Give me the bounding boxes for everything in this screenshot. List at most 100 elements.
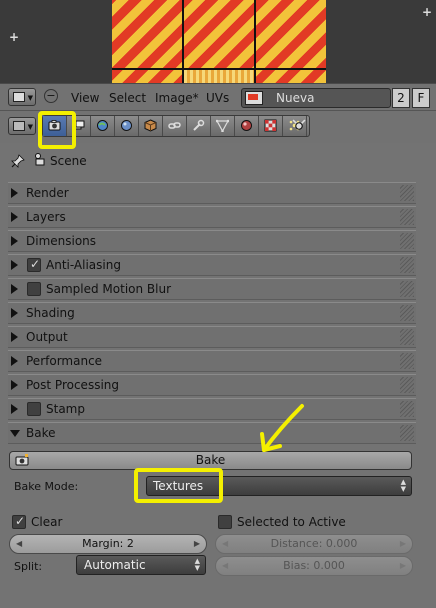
panel-dimensions[interactable]: Dimensions: [8, 230, 416, 252]
stamp-checkbox[interactable]: [27, 402, 41, 416]
collapsed-triangle-icon: [11, 212, 18, 222]
world-icon: [121, 120, 132, 131]
collapsed-triangle-icon: [11, 260, 18, 270]
tab-world[interactable]: [115, 116, 139, 136]
increment-arrow-icon[interactable]: ▶: [400, 535, 406, 553]
distance-field[interactable]: ◀ Distance: 0.000 ▶: [215, 534, 413, 554]
mesh-data-icon: [216, 119, 229, 132]
tab-constraints[interactable]: [163, 116, 187, 136]
increment-arrow-icon[interactable]: ▶: [400, 557, 406, 575]
drag-grip-icon[interactable]: [400, 401, 414, 417]
tab-physics[interactable]: [289, 116, 309, 136]
fake-user-button[interactable]: F: [412, 88, 430, 108]
collapsed-triangle-icon: [11, 236, 18, 246]
collapsed-triangle-icon: [11, 332, 18, 342]
panel-output[interactable]: Output: [8, 326, 416, 348]
panel-label: Post Processing: [26, 378, 119, 392]
clear-label: Clear: [31, 515, 63, 529]
image-name-field[interactable]: Nueva: [270, 88, 390, 108]
decrement-arrow-icon[interactable]: ◀: [222, 557, 228, 575]
margin-field[interactable]: ◀ Margin: 2 ▶: [9, 534, 207, 554]
panel-stamp[interactable]: Stamp: [8, 398, 416, 420]
pin-icon[interactable]: [11, 154, 25, 168]
drag-grip-icon[interactable]: [400, 257, 414, 273]
drag-grip-icon[interactable]: [400, 209, 414, 225]
drag-grip-icon[interactable]: [400, 425, 414, 441]
menu-uvs[interactable]: UVs: [206, 91, 229, 105]
panel-label: Output: [26, 330, 68, 344]
image-viewport[interactable]: + +: [0, 0, 436, 83]
checkbox[interactable]: [218, 515, 232, 529]
collapsed-triangle-icon: [11, 356, 18, 366]
distance-value: Distance: 0.000: [270, 537, 358, 550]
users-count[interactable]: 2: [392, 88, 410, 108]
motion-blur-checkbox[interactable]: [27, 282, 41, 296]
tab-texture[interactable]: [259, 116, 283, 136]
menu-view[interactable]: View: [71, 91, 99, 105]
annotation-arrow-icon: [260, 404, 304, 452]
tab-object[interactable]: [139, 116, 163, 136]
updown-arrows-icon: ▲ ▼: [400, 478, 406, 493]
split-value: Automatic: [84, 558, 146, 572]
image-thumbnail-icon: [245, 91, 263, 105]
tab-modifiers[interactable]: [187, 116, 211, 136]
decrement-arrow-icon[interactable]: ◀: [16, 535, 22, 553]
drag-grip-icon[interactable]: [400, 305, 414, 321]
panel-label: Performance: [26, 354, 103, 368]
drag-grip-icon[interactable]: [400, 185, 414, 201]
bake-button-label: Bake: [195, 453, 226, 467]
split-dropdown[interactable]: Automatic ▲ ▼: [76, 555, 206, 575]
drag-grip-icon[interactable]: [400, 377, 414, 393]
decrement-arrow-icon[interactable]: ◀: [222, 535, 228, 553]
image-editor-header: ▼ − View Select Image* UVs Nueva 2 F: [0, 83, 436, 111]
panel-bake[interactable]: Bake: [8, 422, 416, 444]
tab-scene[interactable]: [91, 116, 115, 136]
bias-value: Bias: 0.000: [283, 559, 345, 572]
panel-label: Anti-Aliasing: [46, 258, 121, 272]
checkbox[interactable]: ✓: [12, 514, 26, 529]
bake-mode-label: Bake Mode:: [14, 480, 79, 493]
panel-label: Layers: [26, 210, 66, 224]
add-icon[interactable]: +: [9, 30, 19, 44]
panel-anti-aliasing[interactable]: ✓ Anti-Aliasing: [8, 254, 416, 276]
anti-aliasing-checkbox[interactable]: ✓: [27, 257, 41, 272]
bias-field[interactable]: ◀ Bias: 0.000 ▶: [215, 556, 413, 576]
panel-post-processing[interactable]: Post Processing: [8, 374, 416, 396]
object-icon: [144, 119, 157, 132]
empty-space: [0, 580, 436, 608]
image-editor-icon: [13, 92, 25, 102]
margin-value: Margin: 2: [82, 537, 134, 550]
panel-layers[interactable]: Layers: [8, 206, 416, 228]
menu-select[interactable]: Select: [109, 91, 146, 105]
physics-icon: [292, 119, 306, 130]
texture-icon: [264, 119, 277, 132]
add-icon[interactable]: +: [422, 5, 432, 19]
menu-image[interactable]: Image*: [155, 91, 199, 105]
editor-type-button[interactable]: ▼: [8, 88, 36, 106]
selected-to-active-label: Selected to Active: [237, 515, 346, 529]
panel-shading[interactable]: Shading: [8, 302, 416, 324]
panel-render[interactable]: Render: [8, 182, 416, 204]
panel-sampled-motion-blur[interactable]: Sampled Motion Blur: [8, 278, 416, 300]
drag-grip-icon[interactable]: [400, 353, 414, 369]
drag-grip-icon[interactable]: [400, 233, 414, 249]
panel-label: Shading: [26, 306, 75, 320]
checkmark-icon: ✓: [30, 257, 41, 271]
annotation-highlight: [134, 468, 223, 503]
editor-type-button[interactable]: ▼: [8, 117, 36, 135]
properties-icon: [13, 121, 25, 131]
increment-arrow-icon[interactable]: ▶: [194, 535, 200, 553]
context-scene-label: Scene: [50, 154, 87, 168]
collapse-menus-button[interactable]: −: [44, 89, 58, 103]
tab-data[interactable]: [211, 116, 235, 136]
context-path: Scene: [0, 148, 436, 174]
collapsed-triangle-icon: [11, 284, 18, 294]
constraints-icon: [168, 122, 181, 129]
tab-material[interactable]: [235, 116, 259, 136]
context-tabs: [42, 115, 310, 137]
updown-arrows-icon: ▲ ▼: [194, 557, 200, 572]
drag-grip-icon[interactable]: [400, 281, 414, 297]
panel-performance[interactable]: Performance: [8, 350, 416, 372]
dropdown-arrow-icon: ▼: [27, 123, 33, 131]
drag-grip-icon[interactable]: [400, 329, 414, 345]
